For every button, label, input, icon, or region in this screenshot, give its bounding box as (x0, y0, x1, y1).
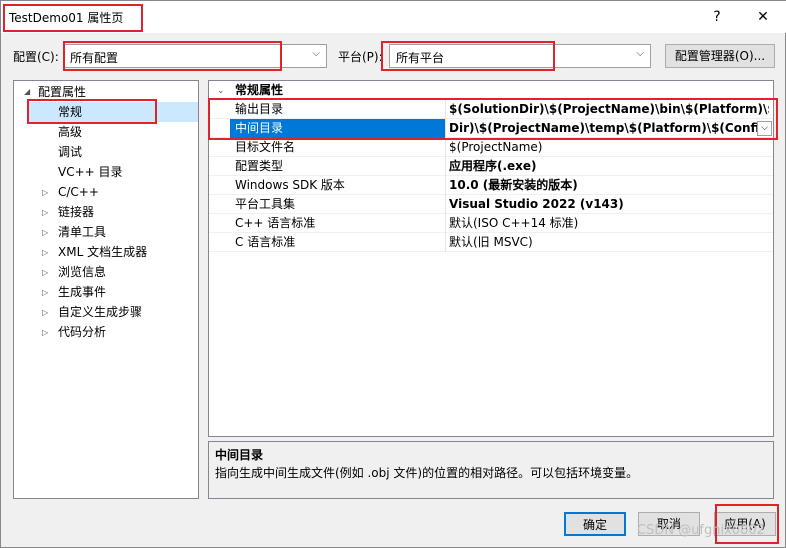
config-dropdown-value: 所有配置 (70, 51, 119, 65)
tree-item-label: VC++ 目录 (58, 165, 123, 179)
column-divider[interactable] (445, 100, 446, 252)
platform-dropdown[interactable]: 所有平台 ⌵ (389, 44, 651, 68)
tree-item[interactable]: ▷ C/C++ (28, 182, 198, 202)
close-icon[interactable]: ✕ (741, 3, 785, 31)
tree-item-label: 高级 (58, 125, 83, 139)
description-text: 指向生成中间生成文件(例如 .obj 文件)的位置的相对路径。可以包括环境变量。 (215, 466, 639, 480)
property-value: Visual Studio 2022 (v143) (449, 197, 624, 211)
chevron-down-icon: ⌵ (312, 48, 320, 59)
platform-dropdown-value: 所有平台 (396, 51, 445, 65)
tree-item-label: 常规 (58, 105, 83, 119)
property-value: 默认(旧 MSVC) (449, 235, 533, 249)
watermark: CSDN @ufgnix0802 (637, 523, 765, 538)
tree-item[interactable]: ▷ XML 文档生成器 (28, 242, 198, 262)
chevron-down-icon[interactable]: ◢ (24, 87, 30, 96)
property-row[interactable]: 输出目录 $(SolutionDir)\$(ProjectName)\bin\$(… (209, 100, 773, 119)
tree-item[interactable]: ▷ 生成事件 (28, 282, 198, 302)
property-name: 目标文件名 (235, 140, 296, 154)
property-value: $(SolutionDir)\$(ProjectName)\bin\$(Plat… (449, 102, 769, 116)
property-row[interactable]: Windows SDK 版本 10.0 (最新安装的版本) (209, 176, 773, 195)
config-dropdown[interactable]: 所有配置 ⌵ (63, 44, 327, 68)
chevron-right-icon[interactable]: ▷ (42, 208, 48, 217)
property-tree: ◢ 配置属性 常规高级调试 VC++ 目录 ▷ C/C++ ▷ 链接器 ▷ 清单工具 ▷ XML … (13, 80, 199, 499)
tree-item-label: 清单工具 (58, 225, 107, 239)
tree-item-label: 代码分析 (58, 325, 107, 339)
property-name: 中间目录 (230, 119, 445, 138)
grid-section-title: 常规属性 (235, 83, 284, 97)
property-name: Windows SDK 版本 (235, 178, 345, 192)
config-label: 配置(C): (13, 50, 59, 64)
chevron-right-icon[interactable]: ▷ (42, 248, 48, 257)
title-bar: TestDemo01 属性页 ? ✕ (1, 1, 786, 33)
description-pane: 中间目录 指向生成中间生成文件(例如 .obj 文件)的位置的相对路径。可以包括… (208, 441, 774, 499)
property-row[interactable]: C 语言标准 默认(旧 MSVC) (209, 233, 773, 252)
property-value: $(ProjectName) (449, 140, 543, 154)
chevron-right-icon[interactable]: ▷ (42, 268, 48, 277)
grid-section-header[interactable]: ⌄ 常规属性 (209, 81, 773, 100)
property-grid: ⌄ 常规属性 输出目录 $(SolutionDir)\$(ProjectName)… (208, 80, 774, 437)
tree-item-label: 浏览信息 (58, 265, 107, 279)
tree-item[interactable]: 调试 (28, 142, 198, 162)
tree-root-label[interactable]: 配置属性 (38, 82, 86, 102)
tree-item[interactable]: 常规 (28, 102, 198, 122)
tree-item[interactable]: ▷ 链接器 (28, 202, 198, 222)
tree-item-label: 生成事件 (58, 285, 107, 299)
property-name: C 语言标准 (235, 235, 296, 249)
tree-item[interactable]: ▷ 清单工具 (28, 222, 198, 242)
chevron-right-icon[interactable]: ▷ (42, 288, 48, 297)
ok-button[interactable]: 确定 (564, 512, 626, 536)
property-name: 配置类型 (235, 159, 284, 173)
property-row[interactable]: 中间目录 Dir)\$(ProjectName)\temp\$(Platform)… (209, 119, 773, 138)
config-manager-button[interactable]: 配置管理器(O)... (665, 44, 775, 68)
chevron-right-icon[interactable]: ▷ (42, 328, 48, 337)
property-value[interactable]: Dir)\$(ProjectName)\temp\$(Platform)\$(C… (449, 119, 757, 138)
tree-item-label: XML 文档生成器 (58, 245, 148, 259)
property-value: 应用程序(.exe) (449, 159, 537, 173)
chevron-down-icon[interactable]: ⌄ (217, 86, 225, 96)
property-value: 10.0 (最新安装的版本) (449, 178, 578, 192)
tree-item[interactable]: ▷ 代码分析 (28, 322, 198, 342)
description-title: 中间目录 (215, 448, 264, 462)
tree-item[interactable]: ▷ 自定义生成步骤 (28, 302, 198, 322)
tree-item[interactable]: ▷ 浏览信息 (28, 262, 198, 282)
chevron-down-icon: ⌵ (636, 48, 644, 59)
property-value: 默认(ISO C++14 标准) (449, 216, 579, 230)
help-icon[interactable]: ? (695, 3, 739, 31)
property-name: 平台工具集 (235, 197, 296, 211)
property-pages-window: TestDemo01 属性页 ? ✕ 配置(C): 所有配置 ⌵ 平台(P): … (0, 0, 786, 548)
tree-item[interactable]: 高级 (28, 122, 198, 142)
chevron-right-icon[interactable]: ▷ (42, 228, 48, 237)
tree-item-label: 调试 (58, 145, 83, 159)
chevron-right-icon[interactable]: ▷ (42, 188, 48, 197)
property-row[interactable]: 配置类型 应用程序(.exe) (209, 157, 773, 176)
platform-label: 平台(P): (338, 50, 383, 64)
tree-item-label: 链接器 (58, 205, 95, 219)
property-name: C++ 语言标准 (235, 216, 316, 230)
tree-item-label: 自定义生成步骤 (58, 305, 143, 319)
tree-item-label: C/C++ (58, 185, 99, 199)
property-row[interactable]: 平台工具集 Visual Studio 2022 (v143) (209, 195, 773, 214)
window-title: TestDemo01 属性页 (9, 11, 124, 25)
tree-item[interactable]: VC++ 目录 (28, 162, 198, 182)
chevron-down-icon[interactable]: ⌵ (757, 121, 772, 136)
chevron-right-icon[interactable]: ▷ (42, 308, 48, 317)
property-row[interactable]: 目标文件名 $(ProjectName) (209, 138, 773, 157)
property-name: 输出目录 (235, 102, 284, 116)
property-row[interactable]: C++ 语言标准 默认(ISO C++14 标准) (209, 214, 773, 233)
